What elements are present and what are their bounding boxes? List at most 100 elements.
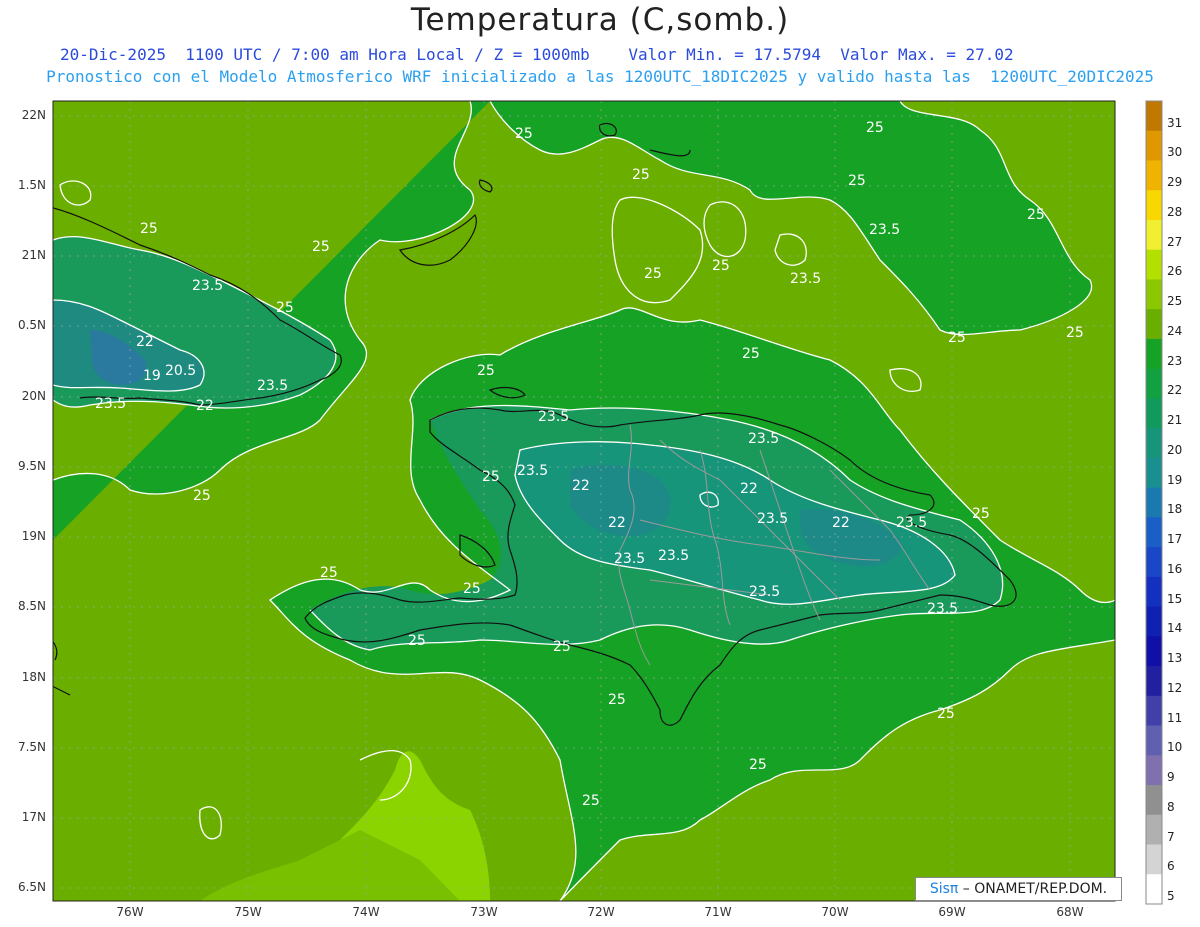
lon-label: 74W bbox=[352, 905, 380, 919]
colorbar-swatch bbox=[1146, 130, 1162, 161]
colorbar-label: 16 bbox=[1167, 561, 1183, 576]
colorbar-swatch bbox=[1146, 309, 1162, 340]
colorbar-label: 15 bbox=[1167, 591, 1183, 606]
colorbar-label: 5 bbox=[1167, 889, 1175, 903]
colorbar-label: 14 bbox=[1167, 621, 1183, 636]
contour-label: 22 bbox=[608, 515, 626, 531]
contour-label: 25 bbox=[477, 363, 495, 379]
lat-label: 1.5N bbox=[17, 178, 46, 192]
contour-label: 23.5 bbox=[658, 548, 689, 564]
colorbar-swatch bbox=[1146, 338, 1162, 370]
lat-label: 22N bbox=[21, 108, 46, 122]
contour-label: 23.5 bbox=[869, 222, 900, 238]
contour-label: 23.5 bbox=[257, 378, 288, 394]
lat-label: 6.5N bbox=[17, 880, 46, 894]
colorbar-swatch bbox=[1146, 844, 1162, 875]
contour-label: 25 bbox=[972, 506, 990, 522]
colorbar-label: 19 bbox=[1167, 472, 1183, 487]
colorbar-swatch bbox=[1146, 398, 1162, 429]
contour-label: 25 bbox=[644, 266, 662, 282]
lat-label: 0.5N bbox=[17, 318, 46, 332]
colorbar-label: 30 bbox=[1167, 145, 1183, 160]
contour-label: 25 bbox=[408, 633, 426, 649]
contour-label: 25 bbox=[320, 565, 338, 581]
lon-label: 75W bbox=[234, 905, 262, 919]
colorbar-swatch bbox=[1146, 666, 1162, 697]
credit-box: Sisπ – ONAMET/REP.DOM. bbox=[915, 877, 1122, 901]
lon-label: 71W bbox=[704, 905, 732, 919]
contour-label: 23.5 bbox=[748, 431, 779, 447]
colorbar-label: 27 bbox=[1167, 234, 1183, 249]
colorbar-label: 29 bbox=[1167, 175, 1183, 190]
contour-label: 25 bbox=[193, 488, 211, 504]
colorbar-swatch bbox=[1146, 576, 1162, 608]
colorbar-swatch bbox=[1146, 279, 1162, 310]
contour-label: 25 bbox=[608, 692, 626, 708]
colorbar-label: 20 bbox=[1167, 442, 1183, 457]
contour-label: 23.5 bbox=[517, 463, 548, 479]
colorbar-label: 26 bbox=[1167, 264, 1183, 279]
lon-label: 72W bbox=[587, 905, 615, 919]
colorbar-swatch bbox=[1146, 874, 1162, 905]
colorbar-label: 23 bbox=[1167, 353, 1183, 368]
contour-label: 25 bbox=[482, 469, 500, 485]
colorbar-label: 25 bbox=[1167, 294, 1183, 309]
colorbar-swatch bbox=[1146, 368, 1162, 399]
colorbar-swatch bbox=[1146, 249, 1162, 280]
contour-label: 23.5 bbox=[538, 409, 569, 425]
contour-label: 20.5 bbox=[165, 363, 196, 379]
contour-label: 19 bbox=[143, 368, 161, 384]
contour-label: 23.5 bbox=[896, 515, 927, 531]
contour-label: 25 bbox=[582, 793, 600, 809]
colorbar-swatch bbox=[1146, 517, 1162, 548]
colorbar-label: 13 bbox=[1167, 651, 1183, 666]
colorbar-swatch bbox=[1146, 101, 1162, 132]
lat-label: 17N bbox=[21, 810, 46, 824]
contour-label: 25 bbox=[515, 126, 533, 142]
contour-label: 23.5 bbox=[192, 278, 223, 294]
colorbar-label: 8 bbox=[1167, 799, 1175, 814]
colorbar-swatch bbox=[1146, 457, 1162, 489]
colorbar-label: 11 bbox=[1167, 710, 1183, 725]
contour-label: 22 bbox=[196, 398, 214, 414]
contour-label: 25 bbox=[712, 258, 730, 274]
lat-label: 18N bbox=[21, 670, 46, 684]
colorbar-swatch bbox=[1146, 547, 1162, 578]
lat-label: 9.5N bbox=[17, 459, 46, 473]
colorbar-swatch bbox=[1146, 606, 1162, 637]
colorbar-label: 22 bbox=[1167, 383, 1183, 398]
contour-label: 25 bbox=[749, 757, 767, 773]
lon-label: 69W bbox=[938, 905, 966, 919]
contour-label: 25 bbox=[632, 167, 650, 183]
lon-label: 76W bbox=[116, 905, 144, 919]
contour-label: 22 bbox=[572, 478, 590, 494]
lon-label: 73W bbox=[470, 905, 498, 919]
colorbar-label: 7 bbox=[1167, 829, 1175, 844]
colorbar-swatch bbox=[1146, 725, 1162, 756]
contour-label: 23.5 bbox=[749, 584, 780, 600]
colorbar-swatch bbox=[1146, 785, 1162, 816]
colorbar-swatch bbox=[1146, 428, 1162, 459]
contour-label: 23.5 bbox=[927, 601, 958, 617]
credit-text: – ONAMET/REP.DOM. bbox=[958, 881, 1108, 897]
contour-label: 22 bbox=[832, 515, 850, 531]
colorbar-label: 9 bbox=[1167, 770, 1175, 785]
colorbar-label: 31 bbox=[1167, 115, 1183, 130]
colorbar-swatch bbox=[1146, 160, 1162, 191]
colorbar bbox=[1145, 100, 1163, 905]
credit-brand: Sisπ bbox=[929, 881, 959, 897]
lon-label: 68W bbox=[1056, 905, 1084, 919]
colorbar-label: 6 bbox=[1167, 859, 1175, 874]
contour-label: 25 bbox=[1066, 325, 1084, 341]
colorbar-label: 10 bbox=[1167, 740, 1183, 755]
contour-label: 25 bbox=[463, 581, 481, 597]
contour-label: 25 bbox=[1027, 207, 1045, 223]
lat-label: 8.5N bbox=[17, 599, 46, 613]
colorbar-swatch bbox=[1146, 190, 1162, 221]
temperature-map: 25 25 25 25 25 25 25 23.5 25 25 23.5 23.… bbox=[52, 100, 1163, 905]
contour-label: 22 bbox=[740, 481, 758, 497]
lat-label: 19N bbox=[21, 529, 46, 543]
colorbar-swatch bbox=[1146, 219, 1162, 251]
contour-label: 25 bbox=[948, 330, 966, 346]
contour-label: 25 bbox=[866, 120, 884, 136]
